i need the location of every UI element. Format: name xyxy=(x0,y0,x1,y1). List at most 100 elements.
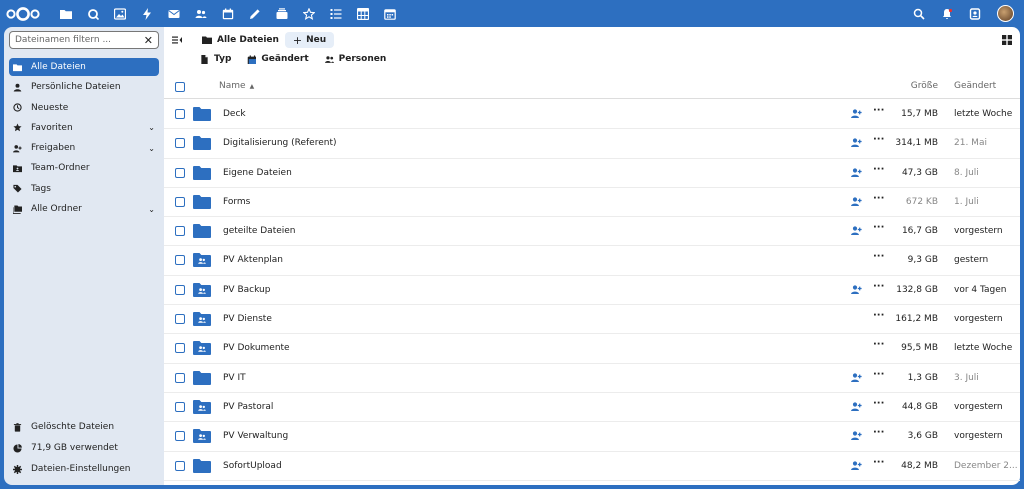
more-actions-icon[interactable]: ··· xyxy=(873,164,884,175)
sidebar-item-team-ordner[interactable]: Team-Ordner xyxy=(9,159,159,177)
row-checkbox[interactable] xyxy=(175,343,185,354)
row-checkbox[interactable] xyxy=(175,460,185,471)
row-checkbox[interactable] xyxy=(175,401,185,412)
row-checkbox[interactable] xyxy=(175,314,185,325)
new-button[interactable]: + Neu xyxy=(284,32,335,48)
folder-icon[interactable] xyxy=(193,370,211,385)
tables-icon[interactable] xyxy=(349,0,376,27)
table-row[interactable]: Digitalisierung (Referent) ··· 314,1 MB 21.… xyxy=(164,129,1020,159)
file-name[interactable]: Deck xyxy=(223,109,246,119)
more-actions-icon[interactable]: ··· xyxy=(873,134,884,145)
table-row[interactable]: PV Backup ··· 132,8 GB vor 4 Tagen xyxy=(164,276,1020,306)
file-name[interactable]: Forms xyxy=(223,197,250,207)
search-talk-icon[interactable] xyxy=(79,0,106,27)
toggle-navigation-button[interactable] xyxy=(172,35,186,45)
filter-input[interactable] xyxy=(15,35,140,45)
sidebar-item-alle-ordner[interactable]: Alle Ordner ⌄ xyxy=(9,200,159,218)
sidebar-item-71-9-gb-verwendet[interactable]: 71,9 GB verwendet xyxy=(9,439,159,457)
notifications-icon[interactable] xyxy=(937,0,957,27)
table-row[interactable]: PV Dokumente ··· 95,5 MB letzte Woche xyxy=(164,334,1020,364)
column-name-header[interactable]: Name ▲ xyxy=(219,81,254,91)
sidebar-item-tags[interactable]: Tags xyxy=(9,180,159,198)
share-icon[interactable] xyxy=(851,196,862,210)
folder-icon[interactable] xyxy=(193,165,211,180)
search-icon[interactable] xyxy=(909,0,929,27)
group-folder-icon[interactable] xyxy=(193,399,211,414)
starred-icon[interactable] xyxy=(295,0,322,27)
more-actions-icon[interactable]: ··· xyxy=(873,398,884,409)
table-row[interactable]: geteilte Dateien ··· 16,7 GB vorgestern xyxy=(164,217,1020,247)
row-checkbox[interactable] xyxy=(175,138,185,149)
more-actions-icon[interactable]: ··· xyxy=(873,193,884,204)
file-name[interactable]: PV Verwaltung xyxy=(223,431,288,441)
file-name[interactable]: PV IT xyxy=(223,373,246,383)
file-name[interactable]: geteilte Dateien xyxy=(223,226,296,236)
calendar-icon[interactable] xyxy=(214,0,241,27)
more-actions-icon[interactable]: ··· xyxy=(873,339,884,350)
folder-icon[interactable] xyxy=(193,107,211,121)
chevron-down-icon[interactable]: ⌄ xyxy=(148,144,155,153)
share-icon[interactable] xyxy=(851,430,862,444)
row-checkbox[interactable] xyxy=(175,109,185,119)
row-checkbox[interactable] xyxy=(175,284,185,295)
row-checkbox[interactable] xyxy=(175,372,185,383)
breadcrumb-all-files[interactable]: Alle Dateien xyxy=(202,35,279,45)
table-row[interactable]: PV Aktenplan ··· 9,3 GB gestern xyxy=(164,246,1020,276)
share-icon[interactable] xyxy=(851,167,862,181)
group-folder-icon[interactable] xyxy=(193,341,211,356)
more-actions-icon[interactable]: ··· xyxy=(873,369,884,380)
filter-geändert[interactable]: Geändert xyxy=(247,54,309,64)
files-icon[interactable] xyxy=(52,0,79,27)
share-icon[interactable] xyxy=(851,108,862,122)
share-icon[interactable] xyxy=(851,225,862,239)
calendar2-icon[interactable] xyxy=(376,0,403,27)
table-row[interactable]: PV Dienste ··· 161,2 MB vorgestern xyxy=(164,305,1020,335)
table-row[interactable]: PV Pastoral ··· 44,8 GB vorgestern xyxy=(164,393,1020,423)
tasks-icon[interactable] xyxy=(322,0,349,27)
mail-icon[interactable] xyxy=(160,0,187,27)
chevron-down-icon[interactable]: ⌄ xyxy=(148,205,155,214)
folder-icon[interactable] xyxy=(193,194,211,209)
sidebar-item-neueste[interactable]: Neueste xyxy=(9,99,159,117)
user-avatar[interactable] xyxy=(997,5,1014,22)
sidebar-item-persönliche-dateien[interactable]: Persönliche Dateien xyxy=(9,78,159,96)
sidebar-item-favoriten[interactable]: Favoriten ⌄ xyxy=(9,119,159,137)
row-checkbox[interactable] xyxy=(175,196,185,207)
sidebar-item-freigaben[interactable]: Freigaben ⌄ xyxy=(9,139,159,157)
share-icon[interactable] xyxy=(851,460,862,474)
table-row[interactable]: Forms ··· 672 KB 1. Juli xyxy=(164,188,1020,218)
share-icon[interactable] xyxy=(851,401,862,415)
file-name[interactable]: PV Dokumente xyxy=(223,343,290,353)
share-icon[interactable] xyxy=(851,137,862,151)
row-checkbox[interactable] xyxy=(175,431,185,442)
select-all-checkbox[interactable] xyxy=(175,82,185,92)
share-icon[interactable] xyxy=(851,284,862,298)
notes-icon[interactable] xyxy=(241,0,268,27)
file-name[interactable]: PV Dienste xyxy=(223,314,272,324)
share-icon[interactable] xyxy=(851,372,862,386)
filter-typ[interactable]: Typ xyxy=(200,54,231,64)
grid-view-toggle[interactable] xyxy=(1002,35,1012,48)
more-actions-icon[interactable]: ··· xyxy=(873,251,884,262)
column-size-header[interactable]: Größe xyxy=(911,81,938,91)
file-name[interactable]: SofortUpload xyxy=(223,461,282,471)
file-name[interactable]: PV Backup xyxy=(223,285,270,295)
deck-icon[interactable] xyxy=(268,0,295,27)
more-actions-icon[interactable]: ··· xyxy=(873,281,884,292)
clear-icon[interactable]: ✕ xyxy=(144,35,153,46)
more-actions-icon[interactable]: ··· xyxy=(873,222,884,233)
table-row[interactable]: PV IT ··· 1,3 GB 3. Juli xyxy=(164,364,1020,393)
row-checkbox[interactable] xyxy=(175,255,185,266)
more-actions-icon[interactable]: ··· xyxy=(873,105,884,116)
filter-personen[interactable]: Personen xyxy=(324,54,386,64)
group-folder-icon[interactable] xyxy=(193,253,211,268)
file-name[interactable]: PV Aktenplan xyxy=(223,255,283,265)
file-name[interactable]: PV Pastoral xyxy=(223,402,273,412)
file-name[interactable]: Eigene Dateien xyxy=(223,168,292,178)
folder-icon[interactable] xyxy=(193,136,211,151)
column-modified-header[interactable]: Geändert xyxy=(954,81,996,91)
group-folder-icon[interactable] xyxy=(193,312,211,327)
nextcloud-logo[interactable] xyxy=(6,6,40,21)
contacts-menu-icon[interactable] xyxy=(965,0,985,27)
group-folder-icon[interactable] xyxy=(193,282,211,297)
